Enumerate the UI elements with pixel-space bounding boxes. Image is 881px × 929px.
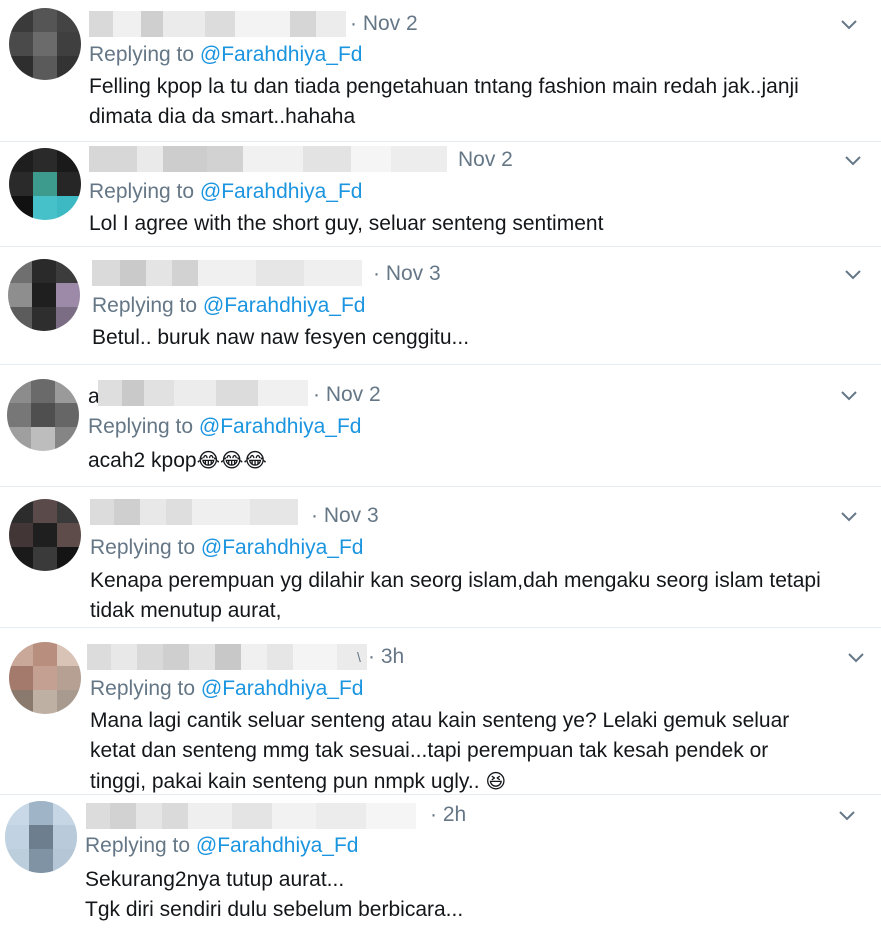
replying-to-label: Replying to [90,536,196,559]
reply-tweet-1[interactable]: · Nov 2 Replying to @Farahdhiya_Fd Felli… [0,0,881,142]
tweet-timestamp[interactable]: Nov 2 [458,147,513,173]
replying-to: Replying to @Farahdhiya_Fd [88,414,361,440]
avatar[interactable] [8,259,80,331]
avatar[interactable] [9,642,81,714]
user-name-redacted[interactable] [98,380,308,406]
tweet-text: Mana lagi cantik seluar senteng atau kai… [90,706,789,797]
replying-to-label: Replying to [90,677,196,700]
reply-handle-link[interactable]: @Farahdhiya_Fd [200,43,363,66]
user-name-redacted[interactable] [89,146,447,172]
reply-tweet-2[interactable]: Nov 2 Replying to @Farahdhiya_Fd Lol I a… [0,142,881,246]
reply-handle-link[interactable]: @Farahdhiya_Fd [203,294,366,317]
reply-handle-link[interactable]: @Farahdhiya_Fd [200,180,363,203]
reply-tweet-5[interactable]: · Nov 3 Replying to @Farahdhiya_Fd Kenap… [0,487,881,627]
tweet-text: Kenapa perempuan yg dilahir kan seorg is… [90,566,821,626]
tweet-text-line: ketat dan senteng mmg tak sesuai...tapi … [90,739,769,762]
avatar[interactable] [9,148,81,220]
chevron-down-icon[interactable] [846,647,866,667]
tweet-text: Lol I agree with the short guy, seluar s… [89,209,603,239]
tears-of-joy-emoji-icon: 😂😂😂 [196,448,267,472]
tweet-text-line: Lol I agree with the short guy, seluar s… [89,212,604,235]
replying-to-label: Replying to [89,43,195,66]
tweet-text-line: tinggi, pakai kain senteng pun nmpk ugly… [90,766,789,797]
user-name-tail[interactable]: \ [357,644,361,670]
tweet-text-line: Mana lagi cantik seluar senteng atau kai… [90,709,790,732]
tweet-text-line: dimata dia da smart..hahaha [89,105,356,128]
user-name-redacted[interactable] [86,803,416,829]
tweet-timestamp[interactable]: · 3h [368,644,404,670]
tweet-text-content: acah2 kpop [88,449,197,472]
replying-to-label: Replying to [88,415,194,438]
tweet-text-content: tinggi, pakai kain senteng pun nmpk ugly… [90,770,480,793]
reply-handle-link[interactable]: @Farahdhiya_Fd [199,415,362,438]
chevron-down-icon[interactable] [837,805,857,825]
chevron-down-icon[interactable] [839,14,859,34]
tweet-text-line: acah2 kpop😂😂😂 [88,445,267,476]
tweet-text: Betul.. buruk naw naw fesyen cenggitu... [92,323,469,353]
replying-to: Replying to @Farahdhiya_Fd [90,676,363,702]
tweet-text: Sekurang2nya tutup aurat... Tgk diri sen… [85,865,463,925]
reply-handle-link[interactable]: @Farahdhiya_Fd [196,834,359,857]
reply-tweet-6[interactable]: \ · 3h Replying to @Farahdhiya_Fd Mana l… [0,628,881,794]
tweet-timestamp[interactable]: · Nov 2 [350,11,418,37]
tweet-text-line: Kenapa perempuan yg dilahir kan seorg is… [90,569,821,592]
chevron-down-icon[interactable] [843,150,863,170]
reply-handle-link[interactable]: @Farahdhiya_Fd [201,677,364,700]
avatar[interactable] [7,379,79,451]
replying-to-label: Replying to [85,834,191,857]
user-name-redacted[interactable] [92,260,362,286]
replying-to: Replying to @Farahdhiya_Fd [85,833,358,859]
replying-to: Replying to @Farahdhiya_Fd [92,293,365,319]
reply-tweet-7[interactable]: · 2h Replying to @Farahdhiya_Fd Sekurang… [0,795,881,929]
reply-tweet-4[interactable]: a · Nov 2 Replying to @Farahdhiya_Fd aca… [0,365,881,486]
tweet-text: acah2 kpop😂😂😂 [88,445,267,476]
tweet-text-line: tidak menutup aurat, [90,599,282,622]
reply-tweet-3[interactable]: · Nov 3 Replying to @Farahdhiya_Fd Betul… [0,247,881,364]
avatar[interactable] [9,499,81,571]
chevron-down-icon[interactable] [839,385,859,405]
avatar[interactable] [9,8,81,80]
tweet-timestamp[interactable]: · Nov 2 [313,382,381,408]
reply-handle-link[interactable]: @Farahdhiya_Fd [201,536,364,559]
tweet-timestamp[interactable]: · 2h [430,802,466,828]
tweet-text-line: Tgk diri sendiri dulu sebelum berbicara.… [85,898,464,921]
avatar[interactable] [5,801,77,873]
replying-to: Replying to @Farahdhiya_Fd [89,179,362,205]
user-name-redacted[interactable] [87,644,367,670]
chevron-down-icon[interactable] [839,506,859,526]
tweet-text-line: Felling kpop la tu dan tiada pengetahuan… [89,75,799,98]
grinning-squinting-emoji-icon: 😆 [485,769,507,793]
replying-to: Replying to @Farahdhiya_Fd [89,42,362,68]
replying-to-label: Replying to [92,294,198,317]
tweet-text-line: Betul.. buruk naw naw fesyen cenggitu... [92,326,470,349]
chevron-down-icon[interactable] [843,264,863,284]
tweet-timestamp[interactable]: · Nov 3 [373,261,441,287]
replying-to-label: Replying to [89,180,195,203]
replying-to: Replying to @Farahdhiya_Fd [90,535,363,561]
user-name-redacted[interactable] [90,499,298,525]
tweet-text-line: Sekurang2nya tutup aurat... [85,868,345,891]
tweet-text: Felling kpop la tu dan tiada pengetahuan… [89,72,799,132]
tweet-timestamp[interactable]: · Nov 3 [311,503,379,529]
user-name-redacted[interactable] [89,11,346,37]
